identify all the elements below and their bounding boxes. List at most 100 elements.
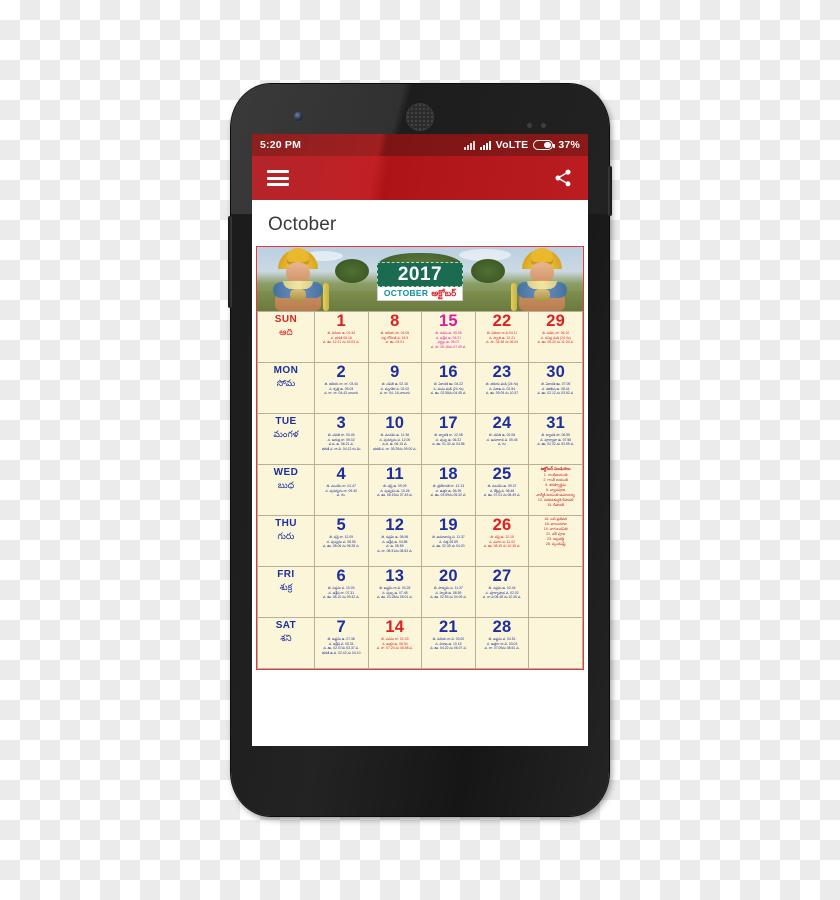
- day-cell-15[interactable]: 15 తి. దశమి ఉ. 05.05 న. అశ్లేష ఉ. 06.21 వర్…: [421, 311, 476, 363]
- panchang-line: వ. ఊ. 02.02 ను 03.59 వ.: [537, 442, 574, 447]
- front-camera-icon: [294, 112, 303, 121]
- day-number: 6: [336, 567, 346, 585]
- day-cell-30[interactable]: 30 తి. ఏకాదశి ఊ. 07.05 న. శతభిష ఉ. 08.44 వ.…: [528, 362, 583, 414]
- day-number: 30: [546, 363, 566, 381]
- day-panchang-details: తి. షష్ఠి రా. 12.09 న. పుష్యమి ప. 08.50 వ.…: [315, 534, 367, 549]
- day-number: 28: [492, 618, 512, 636]
- day-number: 21: [439, 618, 458, 636]
- day-number: 19: [439, 516, 458, 534]
- tree-shape: [470, 259, 505, 283]
- day-cell-7[interactable]: 7 తి. అష్టమి ఉ. 07.36 న. అశ్లేష ప. 05.31 వ.…: [313, 617, 369, 669]
- day-cell-1[interactable]: 1 తి. విదియ ఉ. 02.44 న. భరణి 06.16 వ. ఊ. 12…: [313, 311, 369, 363]
- day-cell-25[interactable]: 25 తి. పంచమి ఉ. 09.37 న. జ్యేష్ఠ ప. 08.48 వ…: [474, 464, 530, 516]
- deity-figure-left: [265, 248, 331, 311]
- panchang-line: వ. గం.: [336, 493, 346, 498]
- day-number: 22: [492, 312, 512, 330]
- day-name-cell-wed: WED బుధ: [257, 464, 315, 516]
- day-cell-17[interactable]: 17 తి. ద్వాదశి రా. 12.08 న. పుబ్బ ఉ. 06.22…: [421, 413, 476, 465]
- day-name-cell-sun: SUN ఆది: [257, 311, 315, 363]
- day-number: 11: [385, 465, 404, 483]
- day-cell-28[interactable]: 28 తి. అష్టమి ప. 04.51 న. ఉత్తరా రా.వి. 03…: [474, 617, 530, 669]
- day-cell-8[interactable]: 8 తి. తదియ సా. 04.05 నక్ష. రోహిణి ప. 16.5 వ…: [367, 311, 423, 363]
- day-cell-12[interactable]: 12 తి. సప్తమి ఉ. 06.56 న. ఆశ్లేష ఉ. 04.58 వ…: [367, 515, 423, 567]
- power-button[interactable]: [608, 166, 612, 216]
- festival-list-cell[interactable]: అక్టోబర్ పండుగలు 1. గాంధీజయంతి 2. గాంధీ జయ…: [528, 464, 583, 516]
- day-cell-3[interactable]: 3 తి. చవితి రా. 03.49 న. ఆరుద్ర రా. 09.02 వ…: [313, 413, 369, 465]
- phone-screen: 5:20 PM VoLTE 37% October 2017 OCTOBER అ…: [252, 134, 588, 746]
- panchang-line: వ. ఊ. 02.58ను 04.45 వ.: [430, 391, 467, 396]
- phone-device-frame: 5:20 PM VoLTE 37% October 2017 OCTOBER అ…: [228, 84, 612, 816]
- day-number: 1: [336, 312, 346, 330]
- day-cell-22[interactable]: 22 తి. విదియ రా.వి.04.11 న. స్వాతి ఉ. 12.2…: [474, 311, 530, 363]
- status-icons-group: VoLTE 37%: [463, 139, 580, 151]
- day-number: 17: [439, 414, 458, 432]
- day-cell-23[interactable]: 23 తి. తదియ ఘడి (24 గం) న. విశాఖ ప. 02.54 వ…: [474, 362, 530, 414]
- share-icon[interactable]: [553, 168, 573, 188]
- day-panchang-details: తి. అమావాస్య ప. 11.37 న. చిత్త 08.59 వ. ఊ.…: [423, 534, 475, 549]
- day-cell-21[interactable]: 21 తి. విదియ రా.వి. 03.00 న. విశాఖ ఉ. 10.1…: [421, 617, 476, 669]
- day-cell-14[interactable]: 14 తి. నవమి రా. 02.03 న. ఉత్తర ఉ. 08.54 వ. …: [367, 617, 423, 669]
- day-cell-2[interactable]: 2 తి. తదియ రా. రా. 03.44 న. కృత్తి ఉ. 09.0…: [313, 362, 369, 414]
- day-number: 4: [336, 465, 346, 483]
- panchang-line: వ. ఊ. 03.59ను 05.32 వ.: [430, 493, 467, 498]
- day-cell-4[interactable]: 4 తి. పంచమి రా. 01.47 న. పునర్వసు రా. 09.4…: [313, 464, 369, 516]
- day-cell-11[interactable]: 11 తి. షష్ఠి ఉ. 09.09 న. పుష్యమి ఉ. 10.26 వ…: [367, 464, 423, 516]
- panchang-line: వ. ఊ. 08.06 ను 06.28 వ.: [322, 544, 360, 549]
- panchang-line: వ. గం: [498, 442, 507, 447]
- day-panchang-details: తి. విదియ రా.వి. 03.00 న. విశాఖ ఉ. 10.15 వ…: [423, 636, 475, 651]
- day-number: 2: [336, 363, 346, 381]
- day-panchang-details: తి. తదియ సా. 04.05 నక్ష. రోహిణి ప. 16.5 వ.…: [369, 330, 421, 345]
- panchang-line: వ. ఊ. 04.22 ను 06.07 వ.: [430, 646, 467, 651]
- volume-rocker-button[interactable]: [228, 216, 232, 308]
- day-name-english: FRI: [277, 569, 295, 580]
- day-name-telugu: గురు: [277, 531, 295, 541]
- year-month-plate: 2017 OCTOBER అక్టోబర్: [377, 262, 463, 301]
- calendar-sheet-wrapper[interactable]: 2017 OCTOBER అక్టోబర్ SUN ఆది 1 తి. విదియ ఉ.…: [252, 246, 588, 670]
- day-cell-13[interactable]: 13 తి. అష్టమి రా.వి. 03.25 న. పుబ్బ ఉ. 07.…: [367, 566, 423, 618]
- day-number: 26: [492, 516, 512, 534]
- festival-list-cell[interactable]: 16. బలి ప్రతిపద 18. భాయిదూజ 19. నాగులచవితి…: [528, 515, 583, 567]
- calendar-sheet: 2017 OCTOBER అక్టోబర్ SUN ఆది 1 తి. విదియ ఉ.…: [256, 246, 584, 670]
- day-name-english: SUN: [274, 314, 298, 325]
- volte-label: VoLTE: [495, 139, 529, 151]
- day-panchang-details: తి. పంచమి రా. 01.47 న. పునర్వసు రా. 09.40…: [315, 483, 367, 498]
- day-number: 18: [439, 465, 458, 483]
- day-number: 16: [439, 363, 458, 381]
- day-cell-18[interactable]: 18 తి. త్రయోదశి రా. 12.13 న. ఉత్తర ఉ. 06.3…: [421, 464, 476, 516]
- day-cell-10[interactable]: 10 తి. పంచమి ఉ. 11.36 న. పునర్వసు ప. 12.00…: [367, 413, 423, 465]
- hamburger-menu-icon[interactable]: [267, 170, 289, 186]
- day-number: 10: [385, 414, 405, 432]
- day-panchang-details: తి. చవితి ఉ. 02.16 న. మృగశిర ప. 02.02 వ. ర…: [369, 381, 421, 396]
- day-name-english: SAT: [275, 620, 297, 631]
- empty-day-cell: [528, 617, 583, 669]
- day-cell-5[interactable]: 5 తి. షష్ఠి రా. 12.09 న. పుష్యమి ప. 08.50 వ…: [313, 515, 369, 567]
- day-cell-16[interactable]: 16 తి. ఏకాదశి ఊ. 04.22 న. మఘ ఘడి (24 గం) వ.…: [421, 362, 476, 414]
- festival-list-item: 15. దీపావళి: [547, 503, 565, 507]
- day-number: 7: [336, 618, 346, 636]
- day-cell-31[interactable]: 31 తి. ద్వాదశి సా. 06.55 న. పూర్వాభా ఉ. 07…: [528, 413, 583, 465]
- day-panchang-details: తి. ఏకాదశి ఊ. 07.05 న. శతభిష ఉ. 08.44 వ. ఊ…: [530, 381, 582, 396]
- panchang-line: వ. రా. 04. 16 నాలుగు: [379, 391, 410, 396]
- day-cell-6[interactable]: 6 తి. సప్తమి ప. 10.03 న. ఆశ్లేష రా. 07.31 వ…: [313, 566, 369, 618]
- day-panchang-details: తి. సప్తమి ఉ. 02.44 న. పూర్వాషాఢ ప. 02.02…: [476, 585, 528, 600]
- panchang-line: వ. రా.వి 08.48 ను 10.36 వ.: [482, 595, 522, 600]
- status-time: 5:20 PM: [260, 139, 302, 151]
- day-cell-19[interactable]: 19 తి. అమావాస్య ప. 11.37 న. చిత్త 08.59 వ. …: [421, 515, 476, 567]
- day-panchang-details: తి. దశమి ఉ. 05.05 న. అశ్లేష ఉ. 06.21 వర్జ్…: [423, 330, 475, 349]
- day-cell-20[interactable]: 20 తి. పాడ్యమి ప. 11.37 న. స్వాతి ఉ. 08.59…: [421, 566, 476, 618]
- day-name-cell-tue: TUE మంగళ: [257, 413, 315, 465]
- day-number: 23: [492, 363, 512, 381]
- page-title: October: [252, 200, 588, 246]
- day-cell-26[interactable]: 26 తి. షష్ఠి ఉ. 12.15 న. మూల ప. 11.02 వ. ఊ.…: [474, 515, 530, 567]
- day-cell-29[interactable]: 29 తి. దశమి సా. 06.10 న. ధనిష్ఠ ఘడి (24 గం…: [528, 311, 583, 363]
- day-cell-27[interactable]: 27 తి. సప్తమి ఉ. 02.44 న. పూర్వాషాఢ ప. 02.…: [474, 566, 530, 618]
- day-panchang-details: తి. నవమి రా. 02.03 న. ఉత్తర ఉ. 08.54 వ. రా…: [369, 636, 421, 651]
- calendar-week-row: TUE మంగళ 3 తి. చవితి రా. 03.49 న. ఆరుద్ర రా.…: [257, 413, 583, 465]
- day-name-telugu: ఆది: [279, 327, 293, 337]
- day-cell-24[interactable]: 24 తి. చవితి ఉ. 02.06 న. అనూరాధ ప. 05.45 వ.…: [474, 413, 530, 465]
- day-cell-9[interactable]: 9 తి. చవితి ఉ. 02.16 న. మృగశిర ప. 02.02 వ. …: [367, 362, 423, 414]
- day-panchang-details: తి. త్రయోదశి రా. 12.13 న. ఉత్తర ఉ. 06.39 వ…: [423, 483, 475, 498]
- battery-percent-label: 37%: [558, 139, 580, 151]
- deity-figure-right: [509, 248, 575, 311]
- day-panchang-details: తి. పంచమి ఉ. 11.36 న. పునర్వసు ప. 12.00 వ.…: [369, 432, 421, 451]
